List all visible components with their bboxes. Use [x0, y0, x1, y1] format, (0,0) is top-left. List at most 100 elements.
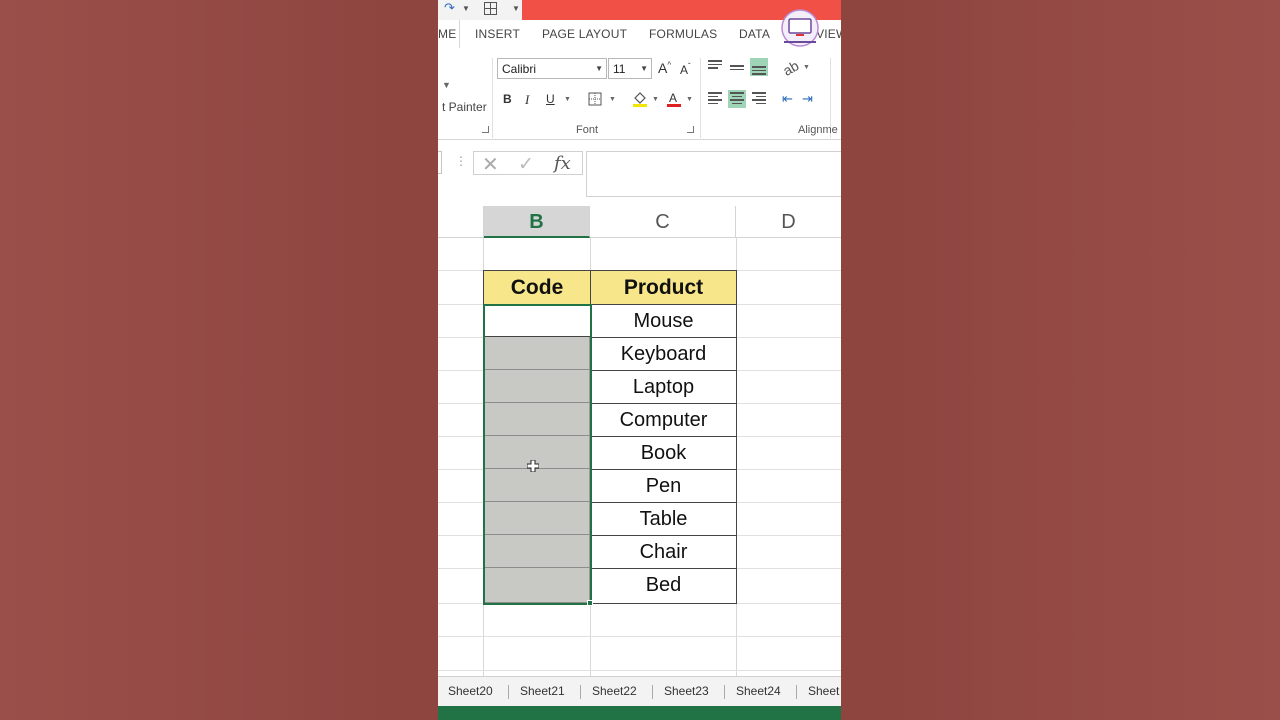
splitter-handle[interactable]: ⋮ — [455, 154, 467, 168]
middle-align-icon[interactable] — [728, 60, 746, 78]
sheet-tab[interactable]: Sheet20 — [448, 684, 493, 698]
fill-color-icon[interactable] — [631, 90, 649, 108]
code-cell[interactable] — [484, 469, 590, 502]
tab-data[interactable]: DATA — [739, 27, 770, 41]
code-cell[interactable] — [484, 370, 590, 403]
code-cell[interactable] — [484, 535, 590, 568]
tab-home-label: ME — [438, 27, 457, 41]
customize-dropdown-icon[interactable]: ▼ — [512, 4, 520, 13]
header-cell-code[interactable]: Code — [483, 270, 591, 305]
alignment-group-label: Alignme — [798, 124, 838, 136]
borders-icon[interactable] — [588, 92, 602, 106]
enter-icon[interactable]: ✓ — [518, 153, 534, 176]
bold-button[interactable]: B — [503, 92, 512, 106]
formula-buttons: ✕ ✓ fx — [473, 151, 583, 177]
table-grid-icon[interactable] — [484, 2, 497, 15]
fill-color-dropdown-icon[interactable]: ▼ — [652, 96, 659, 103]
column-header-d[interactable]: D — [736, 206, 841, 238]
font-color-icon[interactable]: A — [666, 90, 682, 108]
product-cell[interactable]: Keyboard — [590, 337, 737, 371]
divider — [508, 685, 509, 699]
font-size-select[interactable]: 11 ▼ — [608, 58, 652, 79]
bottom-align-icon[interactable] — [750, 58, 768, 76]
sheet-tab[interactable]: Sheet22 — [592, 684, 637, 698]
divider — [724, 685, 725, 699]
insert-function-icon[interactable]: fx — [554, 153, 571, 174]
sheet-tab[interactable]: Sheet21 — [520, 684, 565, 698]
product-cell[interactable]: Bed — [590, 568, 737, 604]
cancel-icon[interactable]: ✕ — [482, 152, 499, 177]
tab-insert[interactable]: INSERT — [475, 27, 520, 41]
font-color-dropdown-icon[interactable]: ▼ — [686, 96, 693, 103]
divider — [796, 685, 797, 699]
formula-input[interactable] — [586, 151, 841, 197]
borders-dropdown-icon[interactable]: ▼ — [609, 96, 616, 103]
divider — [580, 685, 581, 699]
clipboard-launcher-icon[interactable] — [482, 126, 489, 133]
divider — [492, 58, 493, 138]
font-size-value: 11 — [613, 62, 626, 76]
align-left-icon[interactable] — [706, 90, 724, 108]
fill-handle[interactable] — [587, 600, 593, 606]
underline-button[interactable]: U — [546, 92, 555, 106]
shrink-font-label: A — [680, 63, 689, 77]
divider — [700, 58, 701, 138]
column-header-c[interactable]: C — [590, 206, 736, 238]
product-cell[interactable]: Chair — [590, 535, 737, 569]
sheet-tab[interactable]: Sheet24 — [736, 684, 781, 698]
column-header-b[interactable]: B — [484, 206, 590, 238]
redo-dropdown-icon[interactable]: ▼ — [462, 4, 470, 13]
product-cell[interactable]: Pen — [590, 469, 737, 503]
code-cell-active[interactable] — [483, 304, 591, 337]
sheet-tab[interactable]: Sheet — [808, 684, 839, 698]
increase-indent-icon[interactable]: ⇥ — [802, 91, 813, 107]
divider — [652, 685, 653, 699]
svg-text:A: A — [669, 91, 677, 105]
ribbon: ▼ t Painter Calibri ▼ 11 ▼ A^ Aˇ B I U ▼… — [438, 48, 841, 140]
tab-home[interactable]: ME — [438, 20, 460, 48]
cell-cursor-icon — [527, 460, 539, 472]
chevron-down-icon: ▼ — [595, 64, 603, 73]
tab-page-layout[interactable]: PAGE LAYOUT — [542, 27, 627, 41]
product-cell[interactable]: Laptop — [590, 370, 737, 404]
shrink-font-button[interactable]: Aˇ — [680, 62, 691, 77]
italic-button[interactable]: I — [525, 92, 529, 108]
sheet-tab[interactable]: Sheet23 — [664, 684, 709, 698]
orientation-icon[interactable]: ab — [780, 57, 801, 79]
font-group-label: Font — [576, 124, 599, 136]
product-cell[interactable]: Book — [590, 436, 737, 470]
code-cell[interactable] — [484, 403, 590, 436]
gridline — [438, 636, 841, 637]
decrease-indent-icon[interactable]: ⇤ — [782, 91, 793, 107]
tab-formulas[interactable]: FORMULAS — [649, 27, 717, 41]
font-name-value: Calibri — [502, 62, 537, 76]
column-header-a[interactable] — [438, 206, 484, 238]
header-cell-product[interactable]: Product — [590, 270, 737, 305]
worksheet: B C D Code Product Mouse Keyboard Laptop… — [438, 206, 841, 678]
gridline — [438, 670, 841, 671]
status-bar — [438, 706, 841, 720]
product-cell[interactable]: Table — [590, 502, 737, 536]
font-name-select[interactable]: Calibri ▼ — [497, 58, 607, 79]
chevron-down-icon: ▼ — [640, 64, 648, 73]
align-center-icon[interactable] — [728, 90, 746, 108]
channel-logo — [781, 9, 819, 47]
product-cell[interactable]: Mouse — [590, 304, 737, 338]
code-cell[interactable] — [484, 568, 590, 603]
clipboard-dropdown-icon[interactable]: ▼ — [442, 80, 451, 90]
grow-font-button[interactable]: A^ — [658, 60, 671, 76]
name-box[interactable] — [438, 151, 442, 174]
format-painter-button[interactable]: t Painter — [442, 100, 487, 114]
align-right-icon[interactable] — [750, 90, 768, 108]
orientation-dropdown-icon[interactable]: ▼ — [803, 64, 810, 71]
code-cell[interactable] — [484, 337, 590, 370]
redo-icon[interactable]: ↷ — [444, 0, 455, 16]
grow-font-label: A — [658, 60, 668, 76]
font-launcher-icon[interactable] — [687, 126, 694, 133]
code-cell[interactable] — [484, 502, 590, 535]
underline-dropdown-icon[interactable]: ▼ — [564, 96, 571, 103]
top-align-icon[interactable] — [706, 58, 724, 76]
sheet-tabs: Sheet20 Sheet21 Sheet22 Sheet23 Sheet24 … — [438, 676, 841, 706]
product-cell[interactable]: Computer — [590, 403, 737, 437]
formula-bar: ⋮ ✕ ✓ fx — [438, 140, 841, 206]
